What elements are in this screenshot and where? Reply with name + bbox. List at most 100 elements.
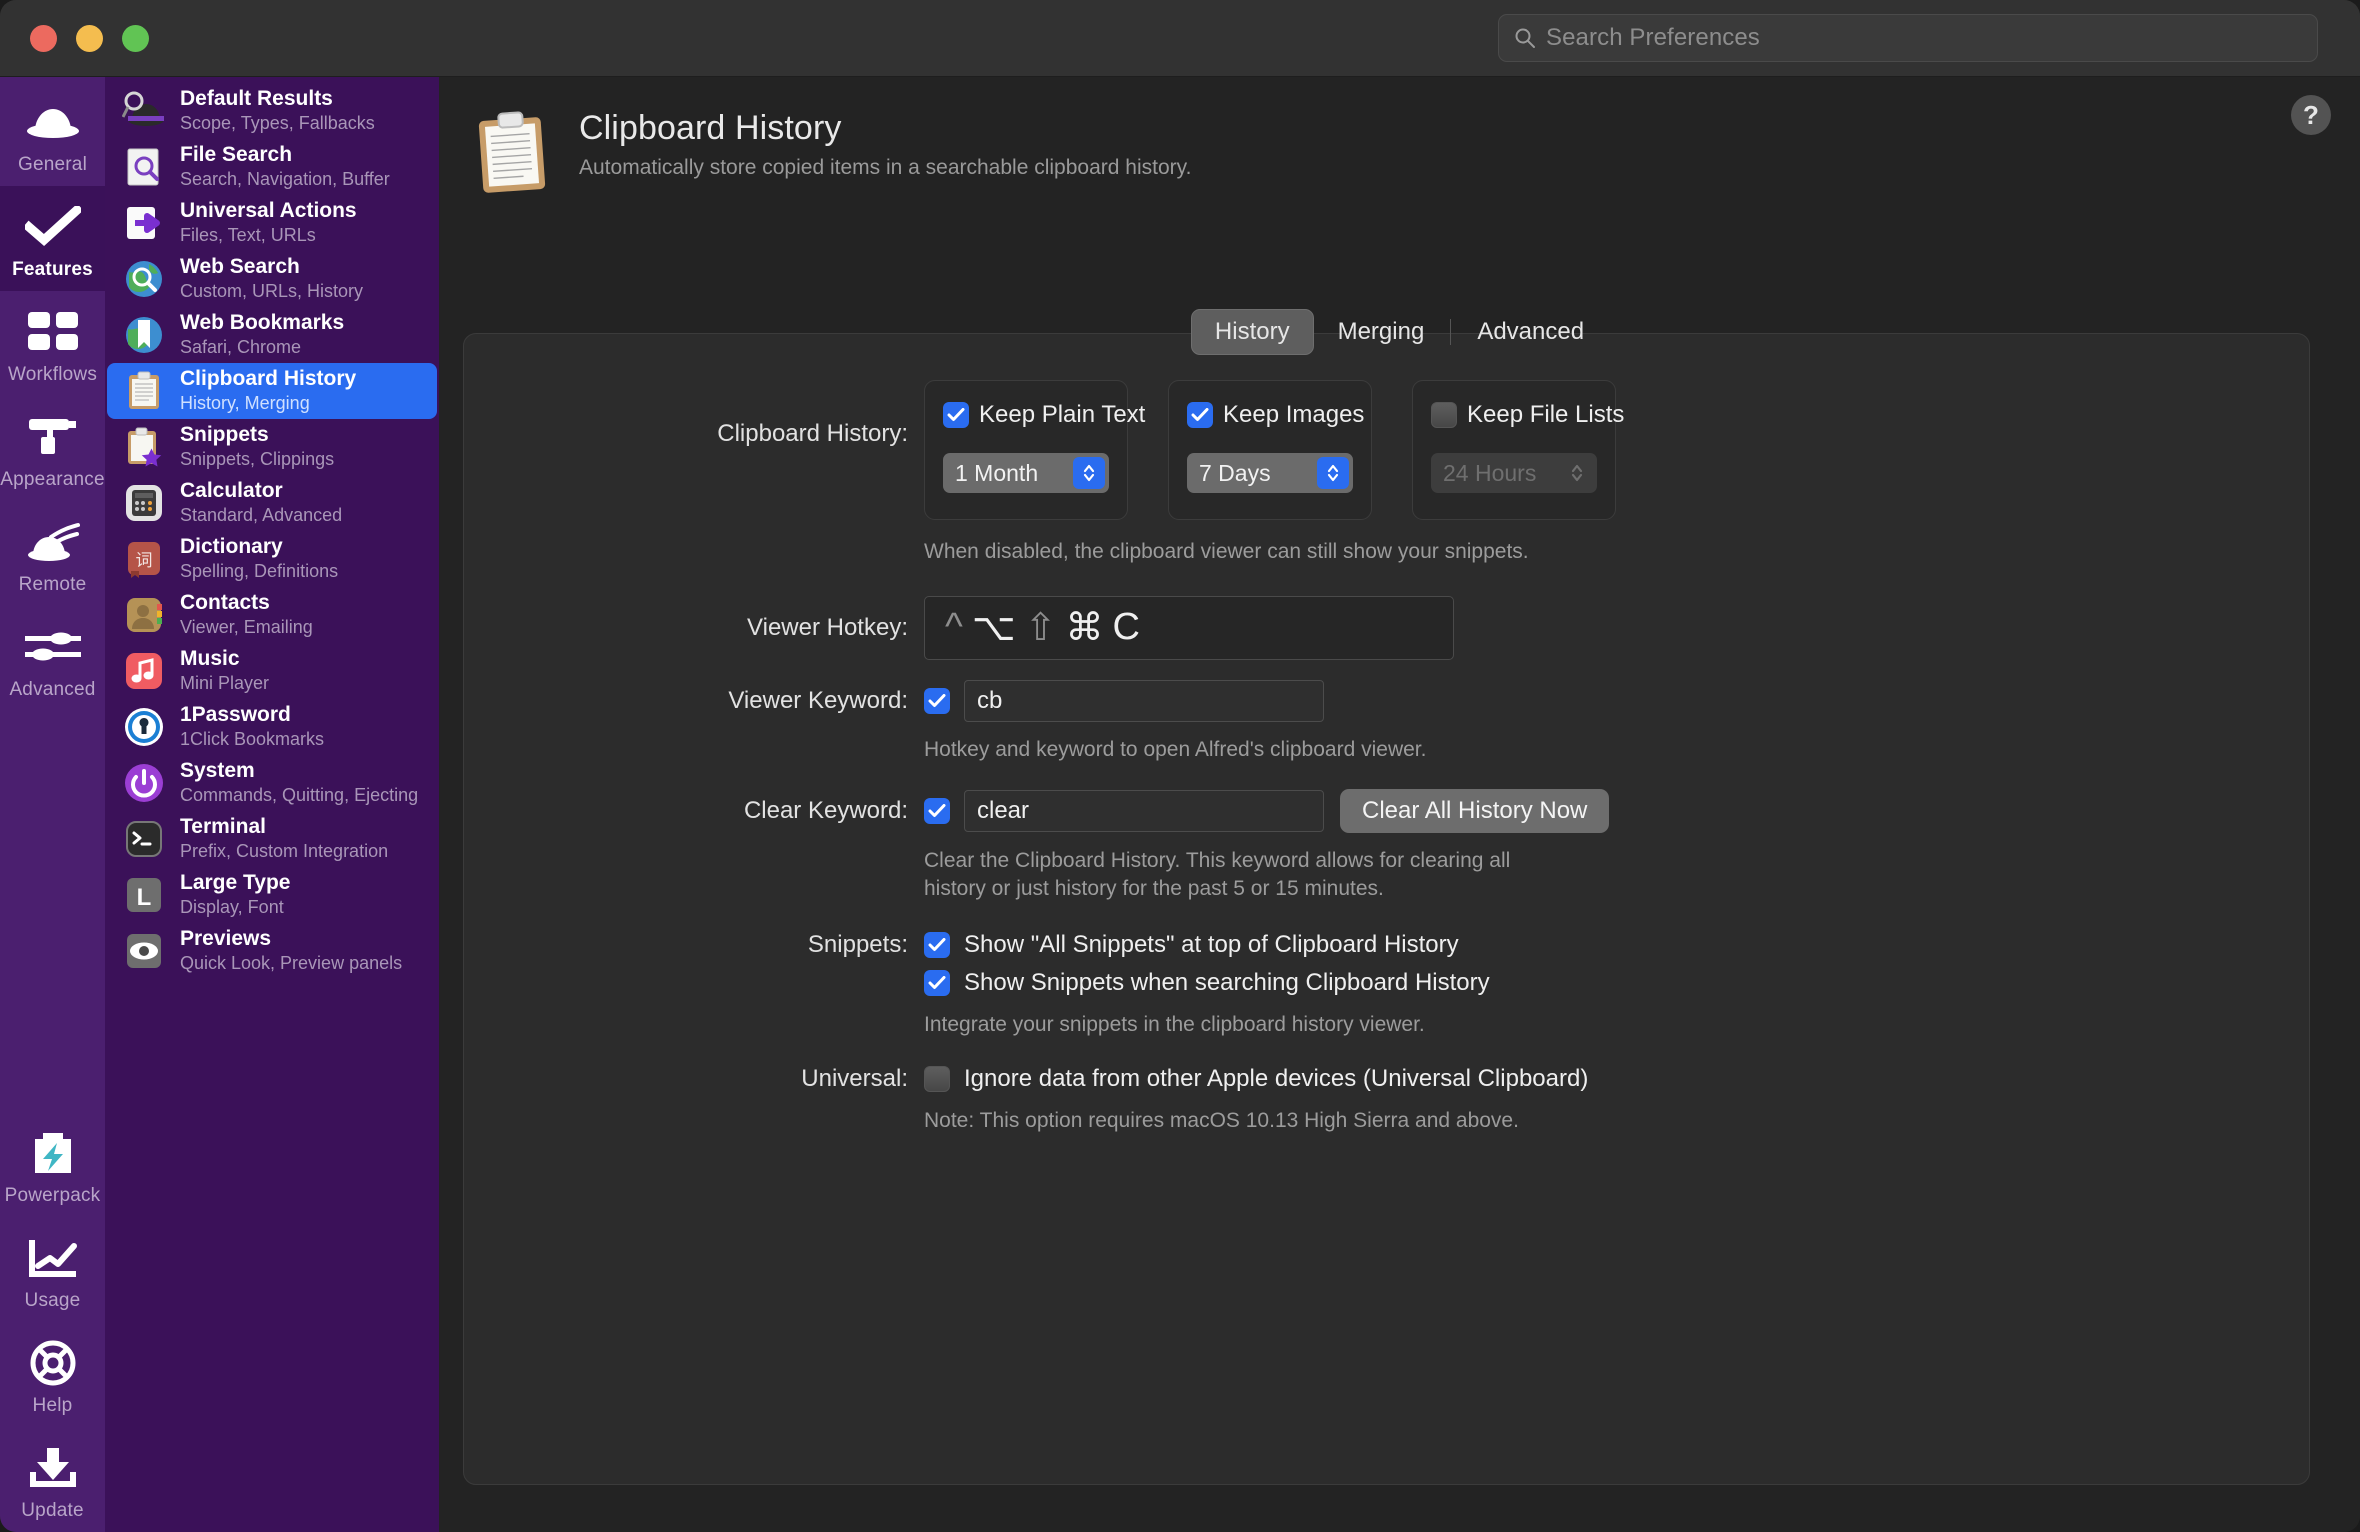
tab-history[interactable]: History [1191,309,1314,355]
close-window-button[interactable] [30,25,57,52]
clear-keyword-note: Clear the Clipboard History. This keywor… [924,847,1510,902]
feature-item-calculator[interactable]: Calculator Standard, Advanced [107,475,437,531]
clear-keyword-note-line2: history or just history for the past 5 o… [924,875,1510,903]
ignore-universal-clipboard-checkbox[interactable] [924,1066,950,1092]
feature-text: System Commands, Quitting, Ejecting [180,759,418,806]
globe-magnifier-icon [121,257,166,302]
feature-title: Web Bookmarks [180,311,344,336]
rail-item-powerpack[interactable]: Powerpack [0,1112,105,1217]
clipboard-icon [121,369,166,414]
feature-text: Large Type Display, Font [180,871,290,918]
feature-item-web-bookmarks[interactable]: Web Bookmarks Safari, Chrome [107,307,437,363]
feature-item-large-type[interactable]: L Large Type Display, Font [107,867,437,923]
snippets-note: Integrate your snippets in the clipboard… [924,1011,1490,1039]
plain-text-duration-select[interactable]: 1 Month [943,453,1109,493]
feature-text: Default Results Scope, Types, Fallbacks [180,87,375,134]
images-duration-select[interactable]: 7 Days [1187,453,1353,493]
keep-plain-text-checkbox[interactable] [943,402,969,428]
retention-groups: Keep Plain Text 1 Month [924,380,1616,520]
feature-title: File Search [180,143,390,168]
rail-item-features[interactable]: Features [0,186,105,291]
rail-item-general[interactable]: General [0,81,105,186]
spacer-label [464,538,924,566]
document-magnifier-icon [121,145,166,190]
viewer-hotkey-row: Viewer Hotkey: ^ ⌥ ⇧ ⌘ C [464,596,2309,660]
rail-label-appearance: Appearance [0,469,104,491]
feature-item-snippets[interactable]: Snippets Snippets, Clippings [107,419,437,475]
rail-label-features: Features [12,259,93,281]
universal-option-row[interactable]: Ignore data from other Apple devices (Un… [924,1065,1588,1093]
download-icon [29,1441,77,1495]
traffic-lights [30,25,149,52]
feature-item-default-results[interactable]: Default Results Scope, Types, Fallbacks [107,83,437,139]
feature-item-universal-actions[interactable]: Universal Actions Files, Text, URLs [107,195,437,251]
clear-keyword-checkbox[interactable] [924,798,950,824]
main-nav-rail: General Features Workflows [0,77,105,1532]
snippets-option-1-row[interactable]: Show "All Snippets" at top of Clipboard … [924,931,1490,959]
feature-text: File Search Search, Navigation, Buffer [180,143,390,190]
clipboard-icon [467,107,559,204]
rail-item-advanced[interactable]: Advanced [0,606,105,711]
keep-file-lists-label: Keep File Lists [1467,401,1624,429]
chevron-updown-icon[interactable] [1073,457,1105,489]
feature-item-file-search[interactable]: File Search Search, Navigation, Buffer [107,139,437,195]
chevron-updown-icon [1561,457,1593,489]
rail-item-workflows[interactable]: Workflows [0,291,105,396]
feature-item-clipboard-history[interactable]: Clipboard History History, Merging [107,363,437,419]
maximize-window-button[interactable] [122,25,149,52]
show-snippets-when-searching-checkbox[interactable] [924,970,950,996]
feature-item-previews[interactable]: Previews Quick Look, Preview panels [107,923,437,979]
feature-text: Dictionary Spelling, Definitions [180,535,338,582]
keep-file-lists-checkbox[interactable] [1431,402,1457,428]
rail-item-remote[interactable]: Remote [0,501,105,606]
clear-all-history-now-button[interactable]: Clear All History Now [1340,789,1609,833]
show-all-snippets-checkbox[interactable] [924,932,950,958]
dictionary-icon: 词 [121,537,166,582]
feature-text: Contacts Viewer, Emailing [180,591,313,638]
keep-images-label: Keep Images [1223,401,1364,429]
clipboard-history-row: Clipboard History: Keep Plain Text [464,380,2309,520]
rail-item-update[interactable]: Update [0,1427,105,1532]
viewer-hotkey-field[interactable]: ^ ⌥ ⇧ ⌘ C [924,596,1454,660]
feature-title: Web Search [180,255,363,280]
feature-item-1password[interactable]: 1Password 1Click Bookmarks [107,699,437,755]
clear-keyword-input[interactable]: clear [964,790,1324,832]
grid-icon [28,305,78,359]
rail-label-help: Help [33,1395,73,1417]
rail-label-remote: Remote [19,574,87,596]
keep-images-checkbox[interactable] [1187,402,1213,428]
search-placeholder-text: Search Preferences [1546,24,1760,52]
onepassword-icon [121,705,166,750]
snippets-option-2-row[interactable]: Show Snippets when searching Clipboard H… [924,969,1490,997]
chevron-updown-icon[interactable] [1317,457,1349,489]
viewer-keyword-label: Viewer Keyword: [464,687,924,715]
calculator-icon [121,481,166,526]
spacer-label [464,847,924,902]
powerpack-icon [29,1126,77,1180]
minimize-window-button[interactable] [76,25,103,52]
feature-item-dictionary[interactable]: 词 Dictionary Spelling, Definitions [107,531,437,587]
feature-item-system[interactable]: System Commands, Quitting, Ejecting [107,755,437,811]
feature-item-web-search[interactable]: Web Search Custom, URLs, History [107,251,437,307]
keep-images-group: Keep Images 7 Days [1168,380,1372,520]
viewer-keyword-checkbox[interactable] [924,688,950,714]
feature-subtitle: Files, Text, URLs [180,225,357,247]
feature-item-music[interactable]: Music Mini Player [107,643,437,699]
feature-text: Calculator Standard, Advanced [180,479,342,526]
tab-advanced[interactable]: Advanced [1453,309,1608,355]
clear-keyword-row: Clear Keyword: clear Clear All History N… [464,789,2309,833]
search-preferences-input[interactable]: Search Preferences [1498,14,2318,62]
viewer-keyword-input[interactable]: cb [964,680,1324,722]
rail-item-help[interactable]: Help [0,1322,105,1427]
feature-item-terminal[interactable]: Terminal Prefix, Custom Integration [107,811,437,867]
feature-subtitle: Viewer, Emailing [180,617,313,639]
feature-item-contacts[interactable]: Contacts Viewer, Emailing [107,587,437,643]
feature-text: Previews Quick Look, Preview panels [180,927,402,974]
help-button[interactable]: ? [2291,95,2331,135]
rail-item-usage[interactable]: Usage [0,1217,105,1322]
images-duration-value: 7 Days [1199,460,1271,487]
ignore-universal-clipboard-label: Ignore data from other Apple devices (Un… [964,1065,1588,1093]
rail-item-appearance[interactable]: Appearance [0,396,105,501]
feature-title: System [180,759,418,784]
tab-merging[interactable]: Merging [1314,309,1449,355]
